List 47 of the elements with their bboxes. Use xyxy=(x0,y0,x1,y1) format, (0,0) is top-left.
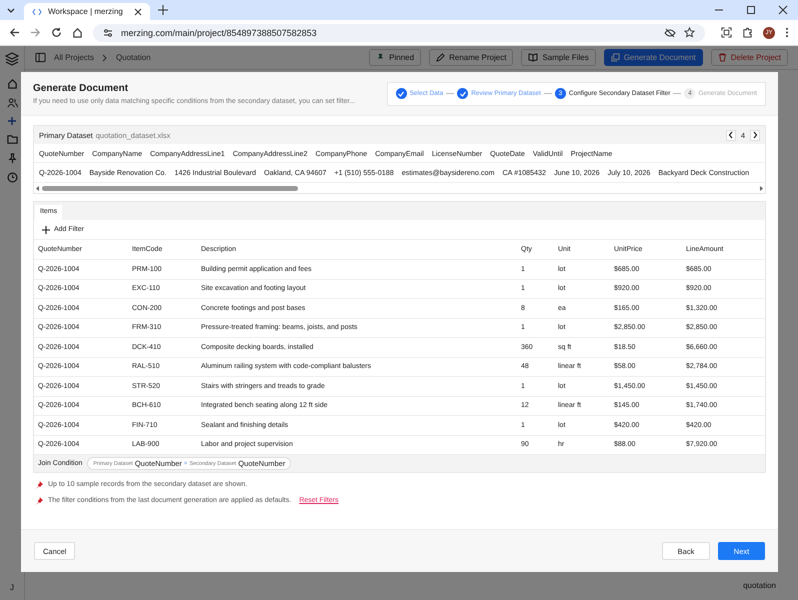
dialog-title: Generate Document xyxy=(33,82,130,94)
toolbar-button[interactable]: Sample Files xyxy=(521,49,596,66)
close-icon[interactable] xyxy=(134,8,142,16)
back-arrow-icon[interactable] xyxy=(9,27,20,38)
scroll-right-icon[interactable] xyxy=(759,186,763,190)
sidebar-toggle-icon[interactable] xyxy=(35,52,46,63)
pin-icon[interactable] xyxy=(6,153,18,164)
plus-icon[interactable] xyxy=(7,116,17,126)
reload-icon[interactable] xyxy=(51,27,62,38)
users-icon[interactable] xyxy=(6,97,18,108)
project-label: quotation xyxy=(743,581,776,590)
chevron-right-icon xyxy=(752,131,758,139)
eye-slash-icon[interactable] xyxy=(664,28,676,38)
next-page-button[interactable] xyxy=(750,130,760,140)
pencil-icon xyxy=(436,53,446,62)
star-icon[interactable] xyxy=(684,27,695,38)
site-settings-icon[interactable] xyxy=(103,28,113,38)
toolbar-button[interactable]: Pinned xyxy=(369,49,422,66)
breadcrumb-link[interactable]: All Projects xyxy=(54,53,94,62)
book-icon xyxy=(528,53,538,62)
plus-icon xyxy=(42,226,50,234)
screen-capture-icon[interactable] xyxy=(721,27,732,38)
maximize-icon[interactable] xyxy=(746,5,756,15)
layers-logo-icon[interactable] xyxy=(5,52,19,66)
horizontal-scrollbar[interactable] xyxy=(34,183,765,193)
forward-arrow-icon[interactable] xyxy=(30,27,41,38)
user-initial[interactable]: J xyxy=(10,583,14,592)
chevron-left-icon xyxy=(728,131,734,139)
previous-page-button[interactable] xyxy=(726,130,736,140)
close-icon[interactable] xyxy=(778,5,788,15)
new-tab-icon[interactable] xyxy=(158,5,168,15)
breadcrumb-link[interactable]: Quotation xyxy=(116,53,151,62)
home-icon[interactable] xyxy=(72,27,83,38)
scroll-left-icon[interactable] xyxy=(36,186,40,190)
browser-tab[interactable]: Workspace | merzing xyxy=(24,3,150,20)
site-icon xyxy=(32,8,42,16)
more-menu-icon[interactable] xyxy=(785,27,789,38)
trash-icon xyxy=(718,53,727,62)
generate-button[interactable]: Generate Document xyxy=(604,49,703,66)
copy-icon xyxy=(610,53,620,62)
address-bar[interactable]: merzing.com/main/project/854897388507582853 xyxy=(93,24,705,42)
chevron-right-icon xyxy=(102,54,108,62)
folder-icon[interactable] xyxy=(6,134,18,145)
clock-icon[interactable] xyxy=(6,172,18,183)
delete-button[interactable]: Delete Project xyxy=(710,49,788,66)
toolbar-button[interactable]: Rename Project xyxy=(429,49,514,66)
extensions-icon[interactable] xyxy=(742,27,753,38)
